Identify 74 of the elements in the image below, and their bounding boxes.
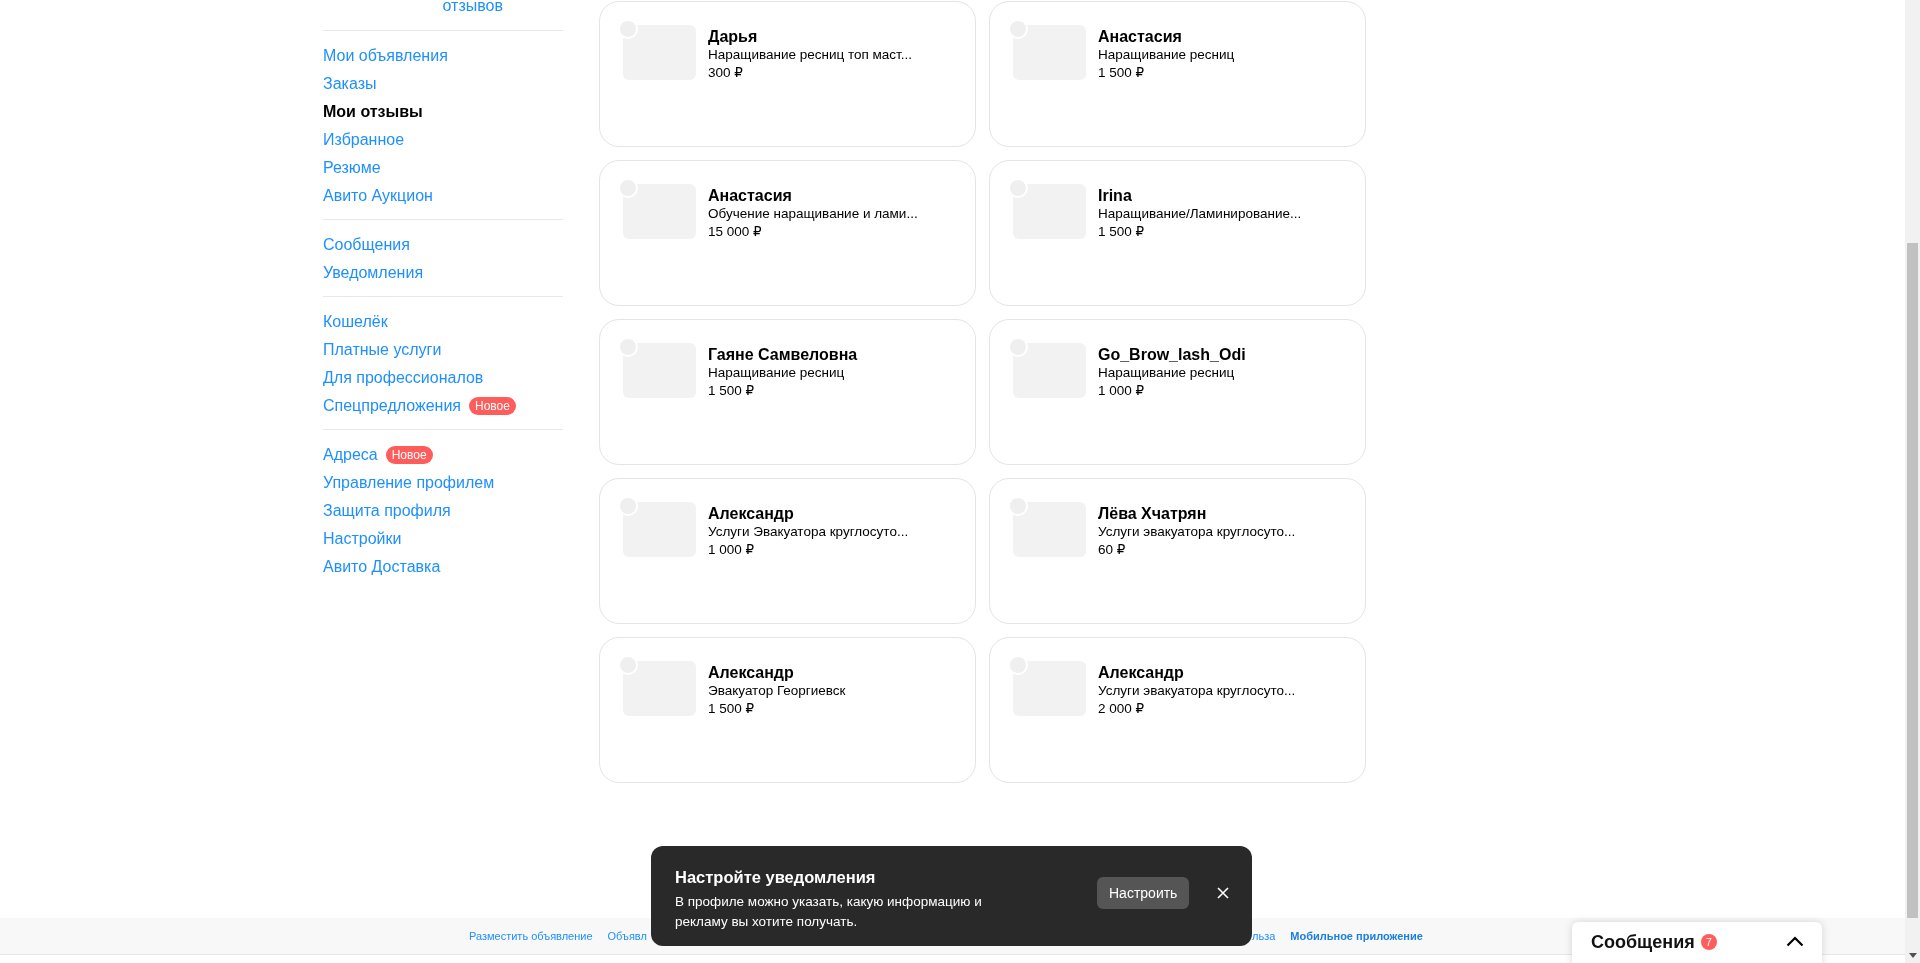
footer-link[interactable]: Разместить объявление xyxy=(469,930,593,942)
toast-title: Настройте уведомления xyxy=(675,867,877,888)
author-name: Irina xyxy=(1098,186,1133,205)
review-card[interactable]: Анастасия Наращивание ресниц 1 500 ₽ xyxy=(989,1,1366,147)
review-card[interactable]: Irina Наращивание/Ламинирование... 1 500 ₽ xyxy=(989,160,1366,306)
sidebar-item[interactable]: Избранное xyxy=(323,131,405,149)
reviews-count-link[interactable]: отзывов xyxy=(442,0,503,30)
ad-title: Наращивание ресниц xyxy=(1098,46,1235,64)
author-name: Анастасия xyxy=(708,186,793,205)
sidebar-item[interactable]: Авито Доставка xyxy=(323,558,441,576)
sidebar-item[interactable]: Управление профилем xyxy=(323,474,495,492)
author-name: Александр xyxy=(708,504,795,523)
configure-button[interactable]: Настроить xyxy=(1097,877,1190,909)
new-badge: Новое xyxy=(469,397,516,415)
new-badge: Новое xyxy=(385,446,433,464)
sidebar-item[interactable]: Защита профиля xyxy=(323,502,451,520)
review-card[interactable]: Go_Brow_lash_Odi Наращивание ресниц 1 000 ₽ xyxy=(989,319,1366,465)
sidebar-item[interactable]: Мои объявления xyxy=(323,47,448,65)
chevron-up-icon[interactable] xyxy=(1786,936,1804,947)
review-card[interactable]: Лёва Хчатрян Услуги эвакуатора круглосуто... 60 ₽ xyxy=(989,478,1366,624)
review-card[interactable]: Александр Услуги эвакуатора круглосуто... 2 000 ₽ xyxy=(989,637,1366,783)
ad-price: 2 000 ₽ xyxy=(1098,700,1146,718)
author-name: Лёва Хчатрян xyxy=(1098,504,1208,523)
sidebar-item[interactable]: Кошелёк xyxy=(323,313,388,331)
ad-price: 1 500 ₽ xyxy=(1098,64,1146,82)
sidebar-item[interactable]: Сообщения xyxy=(323,236,410,254)
sidebar-item[interactable]: Платные услуги xyxy=(323,341,442,359)
footer-link[interactable]: Мобильное приложение xyxy=(1290,930,1423,942)
sidebar-item[interactable]: Для профессионалов xyxy=(323,369,484,387)
author-name: Анастасия xyxy=(1098,27,1183,46)
sidebar-item[interactable]: Авито Аукцион xyxy=(323,187,433,205)
ad-price: 1 500 ₽ xyxy=(1098,223,1146,241)
toast-message: В профиле можно указать, какую информацию и рекламу вы хотите получать. xyxy=(675,893,983,931)
ad-price: 15 000 ₽ xyxy=(708,223,763,241)
ad-title: Эвакуатор Георгиевск xyxy=(708,682,846,700)
ad-title: Наращивание ресниц xyxy=(708,364,846,382)
author-name: Александр xyxy=(1098,663,1185,682)
scroll-down-arrow-icon[interactable] xyxy=(1909,953,1917,958)
sidebar-item[interactable]: Настройки xyxy=(323,530,402,548)
ad-title: Услуги Эвакуатора круглосуто... xyxy=(708,523,909,541)
scrollbar[interactable] xyxy=(1905,0,1920,963)
review-card[interactable]: Александр Услуги Эвакуатора круглосуто... 1 000 ₽ xyxy=(599,478,976,624)
author-name: Александр xyxy=(708,663,795,682)
author-name: Go_Brow_lash_Odi xyxy=(1098,345,1246,364)
messages-widget[interactable]: Сообщения 7 xyxy=(1572,922,1822,963)
author-name: Дарья xyxy=(708,27,759,46)
ad-price: 1 500 ₽ xyxy=(708,382,756,400)
messages-label: Сообщения xyxy=(1591,932,1695,953)
ad-title: Услуги эвакуатора круглосуто... xyxy=(1098,523,1296,541)
review-card[interactable]: Дарья Наращивание ресниц топ маст... 300 ₽ xyxy=(599,1,976,147)
sidebar-item[interactable]: Уведомления xyxy=(323,264,424,282)
ad-title: Наращивание ресниц xyxy=(1098,364,1236,382)
ad-price: 1 000 ₽ xyxy=(1098,382,1146,400)
sidebar-item[interactable]: Спецпредложения xyxy=(323,397,461,415)
review-card[interactable]: Александр Эвакуатор Георгиевск 1 500 ₽ xyxy=(599,637,976,783)
ad-price: 300 ₽ xyxy=(708,64,744,82)
ad-price: 1 000 ₽ xyxy=(708,541,756,559)
author-name: Гаяне Самвеловна xyxy=(708,345,858,364)
ad-price: 1 500 ₽ xyxy=(708,700,756,718)
review-card[interactable]: Гаяне Самвеловна Наращивание ресниц 1 500 ₽ xyxy=(599,319,976,465)
ad-title: Обучение наращивание и лами... xyxy=(708,205,918,223)
footer-link[interactable]: Объявл xyxy=(607,930,647,942)
ad-title: Наращивание/Ламинирование... xyxy=(1098,205,1302,223)
sidebar-item[interactable]: Мои отзывы xyxy=(323,103,423,121)
ad-price: 60 ₽ xyxy=(1098,541,1127,559)
sidebar-item[interactable]: Заказы xyxy=(323,75,377,93)
footer-link[interactable]: льза xyxy=(1252,930,1276,942)
sidebar-item[interactable]: Адреса xyxy=(323,446,378,464)
review-card[interactable]: Анастасия Обучение наращивание и лами... 15 000 ₽ xyxy=(599,160,976,306)
close-icon[interactable] xyxy=(1217,887,1230,899)
sidebar-item[interactable]: Резюме xyxy=(323,159,381,177)
ad-title: Услуги эвакуатора круглосуто... xyxy=(1098,682,1296,700)
ad-title: Наращивание ресниц топ маст... xyxy=(708,46,913,64)
unread-count-badge: 7 xyxy=(1700,934,1717,950)
